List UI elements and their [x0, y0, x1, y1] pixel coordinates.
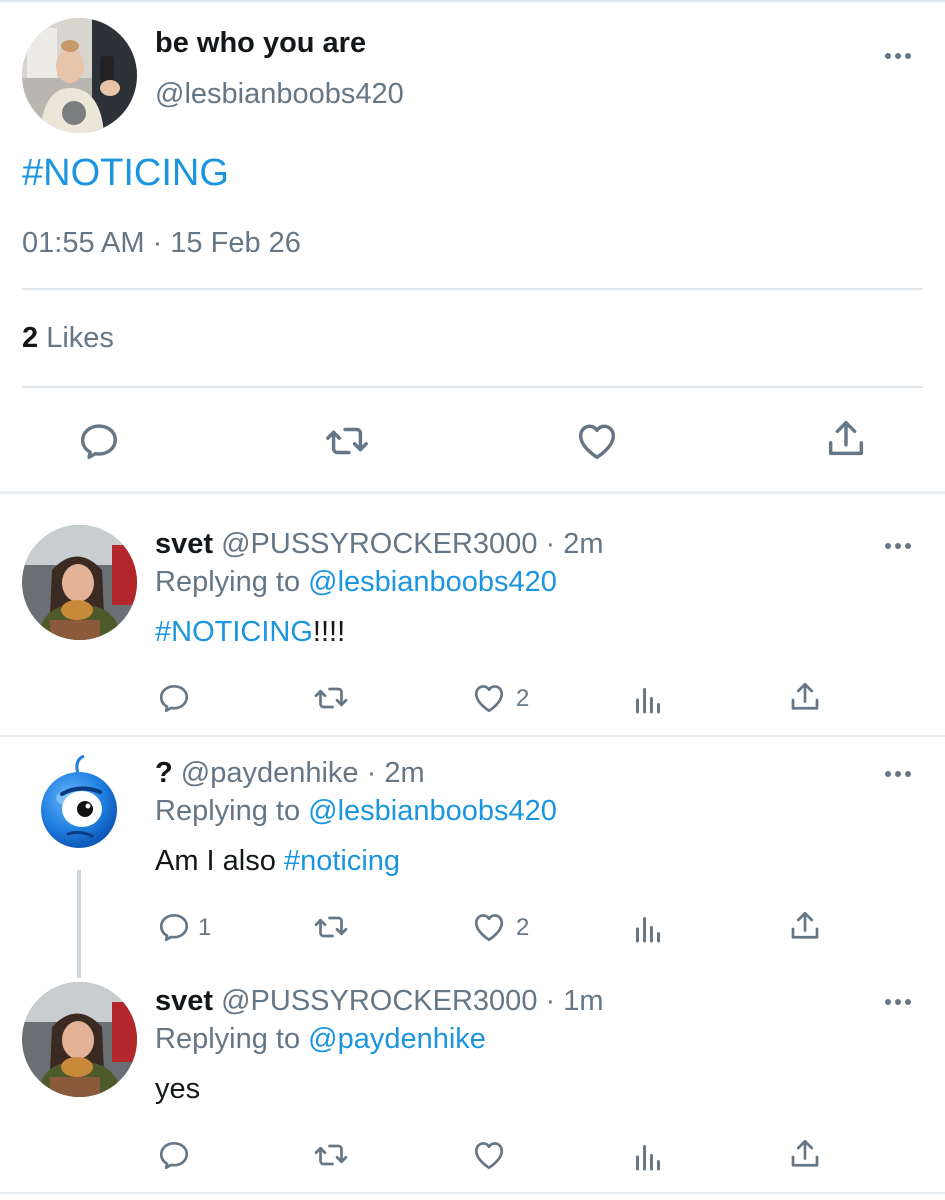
reply-display-name[interactable]: ? [155, 757, 173, 789]
reply-more-icon[interactable] [885, 999, 915, 1007]
replying-to: Replying to @lesbianboobs420 [155, 566, 557, 599]
share-icon[interactable] [787, 908, 823, 944]
retweet-icon[interactable] [313, 909, 349, 945]
share-icon[interactable] [787, 679, 823, 715]
reply-more-icon[interactable] [885, 771, 915, 779]
top-divider [0, 0, 945, 2]
likes-count: 2 [22, 322, 39, 354]
reply-display-name[interactable]: svet [155, 528, 213, 560]
main-handle[interactable]: @lesbianboobs420 [155, 78, 404, 111]
like-icon[interactable] [471, 909, 507, 945]
reply-text: yes [155, 1073, 201, 1105]
reply-text-rest: !!!! [312, 616, 346, 648]
stats-icon[interactable] [630, 1139, 666, 1175]
replying-prefix: Replying to [155, 1023, 309, 1055]
main-display-name[interactable]: be who you are [155, 27, 366, 60]
replying-prefix: Replying to [155, 566, 309, 598]
reply-text: #NOTICING!!!! [155, 616, 345, 649]
like-icon[interactable] [574, 418, 620, 464]
stats-icon[interactable] [630, 911, 666, 947]
hashtag-link[interactable]: #NOTICING [155, 616, 313, 648]
main-tweet-text[interactable]: #NOTICING [22, 152, 229, 195]
reply-icon[interactable] [156, 680, 192, 716]
retweet-icon[interactable] [313, 1137, 349, 1173]
likes-summary[interactable]: 2 Likes [22, 322, 114, 355]
reply-author[interactable]: ? @paydenhike · 2m [155, 757, 425, 790]
reply-author[interactable]: svet @PUSSYROCKER3000 · 1m [155, 985, 604, 1018]
tweet-thread-page: be who you are @lesbianboobs420 #NOTICIN… [0, 0, 945, 1200]
reply-icon[interactable] [156, 1137, 192, 1173]
like-icon[interactable] [471, 1137, 507, 1173]
like-icon[interactable] [471, 680, 507, 716]
replying-prefix: Replying to [155, 795, 309, 827]
reply-divider [0, 735, 945, 737]
replying-to-link[interactable]: @paydenhike [308, 1023, 486, 1055]
reply-avatar[interactable] [22, 752, 137, 867]
retweet-icon[interactable] [324, 418, 370, 464]
main-avatar[interactable] [22, 18, 137, 133]
bottom-divider [0, 1192, 945, 1194]
retweet-icon[interactable] [313, 680, 349, 716]
likes-label: Likes [38, 322, 114, 354]
hashtag-link[interactable]: #noticing [284, 845, 400, 877]
reply-more-icon[interactable] [885, 543, 915, 551]
reply-text-prefix: Am I also [155, 845, 284, 877]
main-timestamp[interactable]: 01:55 AM · 15 Feb 26 [22, 227, 301, 260]
reply-author[interactable]: svet @PUSSYROCKER3000 · 2m [155, 528, 604, 561]
share-icon[interactable] [787, 1136, 823, 1172]
like-count: 2 [516, 914, 530, 941]
replying-to: Replying to @lesbianboobs420 [155, 795, 557, 828]
replying-to: Replying to @paydenhike [155, 1023, 486, 1056]
reply-meta: @paydenhike · 2m [172, 757, 425, 789]
reply-icon[interactable] [156, 909, 192, 945]
share-icon[interactable] [823, 416, 869, 462]
main-more-icon[interactable] [885, 53, 915, 61]
reply-avatar[interactable] [22, 525, 137, 640]
reply-meta: @PUSSYROCKER3000 · 2m [213, 528, 604, 560]
reply-avatar[interactable] [22, 982, 137, 1097]
reply-display-name[interactable]: svet [155, 985, 213, 1017]
reply-meta: @PUSSYROCKER3000 · 1m [213, 985, 604, 1017]
reply-icon[interactable] [76, 418, 122, 464]
replying-to-link[interactable]: @lesbianboobs420 [308, 566, 557, 598]
stats-icon[interactable] [630, 682, 666, 718]
thread-connector [77, 870, 81, 978]
divider [22, 386, 923, 388]
section-divider [0, 491, 945, 494]
replying-to-link[interactable]: @lesbianboobs420 [308, 795, 557, 827]
reply-count: 1 [198, 914, 212, 941]
like-count: 2 [516, 685, 530, 712]
reply-text: Am I also #noticing [155, 845, 400, 878]
divider [22, 288, 923, 290]
